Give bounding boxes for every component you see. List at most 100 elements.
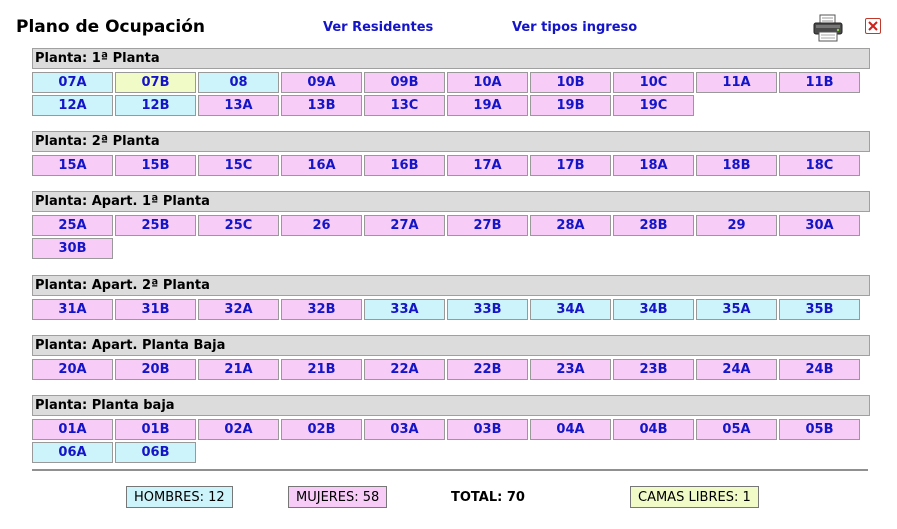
printer-icon[interactable] bbox=[812, 14, 844, 42]
room-button[interactable]: 09A bbox=[281, 72, 362, 93]
room-button[interactable]: 06A bbox=[32, 442, 113, 463]
room-button[interactable]: 07B bbox=[115, 72, 196, 93]
room-button[interactable]: 31A bbox=[32, 299, 113, 320]
floor-header: Planta: Apart. 1ª Planta bbox=[32, 191, 870, 212]
room-button[interactable]: 04A bbox=[530, 419, 611, 440]
floor-header: Planta: Apart. Planta Baja bbox=[32, 335, 870, 356]
room-button[interactable]: 17A bbox=[447, 155, 528, 176]
room-grid: 07A 07B 08 09A 09B 10A 10B 10C 11A 11B 12A 12B 13A 13… bbox=[32, 72, 868, 118]
room-button[interactable]: 35B bbox=[779, 299, 860, 320]
room-grid: 31A 31B 32A 32B 33A 33B 34A 34B 35A 35B bbox=[32, 299, 868, 322]
close-icon[interactable] bbox=[865, 18, 881, 34]
room-button[interactable]: 12A bbox=[32, 95, 113, 116]
room-button[interactable]: 01A bbox=[32, 419, 113, 440]
room-button[interactable]: 28B bbox=[613, 215, 694, 236]
floor-section: Planta: Planta baja 01A 01B 02A 02B 03A 03B 04A… bbox=[32, 395, 870, 465]
room-button[interactable]: 20B bbox=[115, 359, 196, 380]
room-button[interactable]: 16B bbox=[364, 155, 445, 176]
room-button[interactable]: 28A bbox=[530, 215, 611, 236]
room-button[interactable]: 23B bbox=[613, 359, 694, 380]
room-button[interactable]: 20A bbox=[32, 359, 113, 380]
room-button[interactable]: 02A bbox=[198, 419, 279, 440]
legend-footer: HOMBRES: 12 MUJERES: 58 TOTAL: 70 CAMAS … bbox=[0, 486, 897, 510]
floor-section: Planta: Apart. 1ª Planta 25A 25B 25C 26 27A 27… bbox=[32, 191, 870, 261]
room-button[interactable]: 13A bbox=[198, 95, 279, 116]
room-button[interactable]: 13B bbox=[281, 95, 362, 116]
room-button[interactable]: 06B bbox=[115, 442, 196, 463]
room-button[interactable]: 21A bbox=[198, 359, 279, 380]
room-button[interactable]: 31B bbox=[115, 299, 196, 320]
room-button[interactable]: 15B bbox=[115, 155, 196, 176]
room-button[interactable]: 09B bbox=[364, 72, 445, 93]
room-button[interactable]: 34B bbox=[613, 299, 694, 320]
room-button[interactable]: 19A bbox=[447, 95, 528, 116]
room-button[interactable]: 16A bbox=[281, 155, 362, 176]
room-button[interactable]: 11A bbox=[696, 72, 777, 93]
room-button[interactable]: 08 bbox=[198, 72, 279, 93]
room-button[interactable]: 27A bbox=[364, 215, 445, 236]
room-button[interactable]: 15C bbox=[198, 155, 279, 176]
floor-header: Planta: Apart. 2ª Planta bbox=[32, 275, 870, 296]
floor-section: Planta: Apart. 2ª Planta 31A 31B 32A 32B 33A 3… bbox=[32, 275, 870, 322]
header: Plano de Ocupación Ver Residentes Ver ti… bbox=[0, 0, 897, 46]
room-button[interactable]: 19B bbox=[530, 95, 611, 116]
occupancy-plan: Planta: 1ª Planta 07A 07B 08 09A 09B 10A 10B 10C… bbox=[32, 48, 870, 465]
room-button[interactable]: 05B bbox=[779, 419, 860, 440]
floor-section: Planta: Apart. Planta Baja 20A 20B 21A 21B 22… bbox=[32, 335, 870, 382]
room-button[interactable]: 10B bbox=[530, 72, 611, 93]
room-grid: 01A 01B 02A 02B 03A 03B 04A 04B 05A 05B 06A 06B bbox=[32, 419, 868, 465]
room-button[interactable]: 23A bbox=[530, 359, 611, 380]
room-button[interactable]: 30A bbox=[779, 215, 860, 236]
room-button[interactable]: 32B bbox=[281, 299, 362, 320]
room-button[interactable]: 07A bbox=[32, 72, 113, 93]
room-button[interactable]: 03A bbox=[364, 419, 445, 440]
room-button[interactable]: 18C bbox=[779, 155, 860, 176]
room-button[interactable]: 05A bbox=[696, 419, 777, 440]
floor-section: Planta: 1ª Planta 07A 07B 08 09A 09B 10A 10B 10C… bbox=[32, 48, 870, 118]
divider bbox=[32, 469, 868, 471]
room-button[interactable]: 19C bbox=[613, 95, 694, 116]
room-button[interactable]: 32A bbox=[198, 299, 279, 320]
room-button[interactable]: 10C bbox=[613, 72, 694, 93]
total-count: TOTAL: 70 bbox=[451, 490, 525, 505]
room-button[interactable]: 25B bbox=[115, 215, 196, 236]
floor-section: Planta: 2ª Planta 15A 15B 15C 16A 16B 17A 17B 18… bbox=[32, 131, 870, 178]
room-button[interactable]: 35A bbox=[696, 299, 777, 320]
room-grid: 25A 25B 25C 26 27A 27B 28A 28B 29 30A 30B bbox=[32, 215, 868, 261]
floor-header: Planta: Planta baja bbox=[32, 395, 870, 416]
room-button[interactable]: 01B bbox=[115, 419, 196, 440]
room-button[interactable]: 33B bbox=[447, 299, 528, 320]
room-button[interactable]: 24B bbox=[779, 359, 860, 380]
room-button[interactable]: 15A bbox=[32, 155, 113, 176]
women-count-badge: MUJERES: 58 bbox=[288, 486, 388, 508]
room-button[interactable]: 30B bbox=[32, 238, 113, 259]
room-button[interactable]: 22A bbox=[364, 359, 445, 380]
room-button[interactable]: 33A bbox=[364, 299, 445, 320]
room-button[interactable]: 22B bbox=[447, 359, 528, 380]
floor-header: Planta: 2ª Planta bbox=[32, 131, 870, 152]
room-button[interactable]: 11B bbox=[779, 72, 860, 93]
room-button[interactable]: 13C bbox=[364, 95, 445, 116]
room-button[interactable]: 18B bbox=[696, 155, 777, 176]
floor-header: Planta: 1ª Planta bbox=[32, 48, 870, 69]
residents-link[interactable]: Ver Residentes bbox=[323, 20, 433, 35]
room-button[interactable]: 21B bbox=[281, 359, 362, 380]
page-title: Plano de Ocupación bbox=[16, 17, 206, 37]
room-button[interactable]: 27B bbox=[447, 215, 528, 236]
room-button[interactable]: 03B bbox=[447, 419, 528, 440]
room-button[interactable]: 26 bbox=[281, 215, 362, 236]
room-button[interactable]: 34A bbox=[530, 299, 611, 320]
room-button[interactable]: 25A bbox=[32, 215, 113, 236]
room-grid: 20A 20B 21A 21B 22A 22B 23A 23B 24A 24B bbox=[32, 359, 868, 382]
room-button[interactable]: 29 bbox=[696, 215, 777, 236]
room-button[interactable]: 17B bbox=[530, 155, 611, 176]
room-button[interactable]: 04B bbox=[613, 419, 694, 440]
room-button[interactable]: 12B bbox=[115, 95, 196, 116]
room-button[interactable]: 10A bbox=[447, 72, 528, 93]
free-beds-badge: CAMAS LIBRES: 1 bbox=[630, 486, 759, 508]
room-button[interactable]: 25C bbox=[198, 215, 279, 236]
room-button[interactable]: 02B bbox=[281, 419, 362, 440]
room-button[interactable]: 24A bbox=[696, 359, 777, 380]
room-button[interactable]: 18A bbox=[613, 155, 694, 176]
admission-types-link[interactable]: Ver tipos ingreso bbox=[512, 20, 637, 35]
